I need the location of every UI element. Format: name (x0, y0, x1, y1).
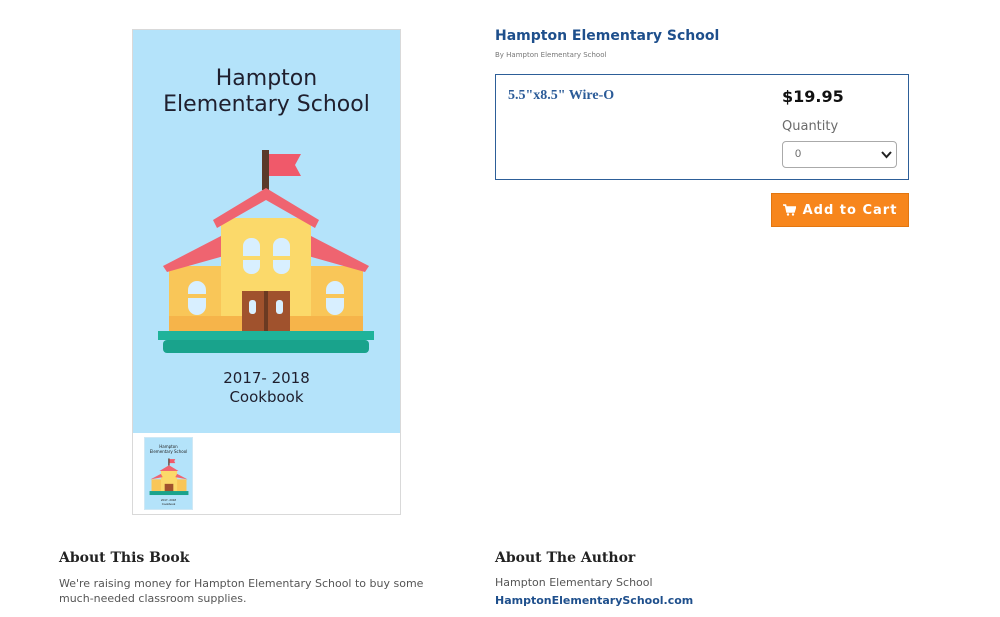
cover-title-line2: Elementary School (163, 92, 370, 117)
thumbnail-school-illustration (149, 458, 189, 496)
about-author-heading: About The Author (495, 550, 636, 566)
book-cover-image: Hampton Elementary School 2017- 2018 Coo… (133, 30, 400, 433)
quantity-select[interactable]: 0 (782, 141, 897, 168)
cover-year: 2017- 2018 (223, 369, 310, 387)
author-website-link[interactable]: HamptonElementarySchool.com (495, 594, 693, 607)
cart-icon (782, 204, 796, 216)
chevron-down-icon (881, 151, 892, 159)
add-to-cart-label: Add to Cart (802, 202, 898, 218)
product-title[interactable]: Hampton Elementary School (495, 28, 719, 44)
about-book-heading: About This Book (59, 550, 190, 566)
product-byline: By Hampton Elementary School (495, 51, 607, 59)
cover-title-line1: Hampton (215, 66, 318, 91)
quantity-value: 0 (795, 148, 802, 160)
cover-subtitle: Cookbook (229, 388, 304, 406)
price: $19.95 (782, 87, 844, 106)
author-name: Hampton Elementary School (495, 576, 653, 589)
add-to-cart-button[interactable]: Add to Cart (771, 193, 909, 227)
thumbnail-title-line2: Elementary School (149, 449, 188, 454)
school-building-illustration (158, 150, 374, 353)
quantity-label: Quantity (782, 119, 839, 134)
cover-thumbnail[interactable]: Hampton Elementary School 2017- 2018 Coo… (144, 437, 193, 510)
about-book-text: We're raising money for Hampton Elementa… (59, 577, 424, 605)
thumbnail-subtitle: Cookbook (161, 502, 176, 506)
book-gallery: Hampton Elementary School 2017- 2018 Coo… (132, 29, 401, 515)
format-option-link[interactable]: 5.5"x8.5" Wire-O (508, 88, 614, 104)
purchase-option-box: 5.5"x8.5" Wire-O $19.95 Quantity 0 (495, 74, 909, 180)
